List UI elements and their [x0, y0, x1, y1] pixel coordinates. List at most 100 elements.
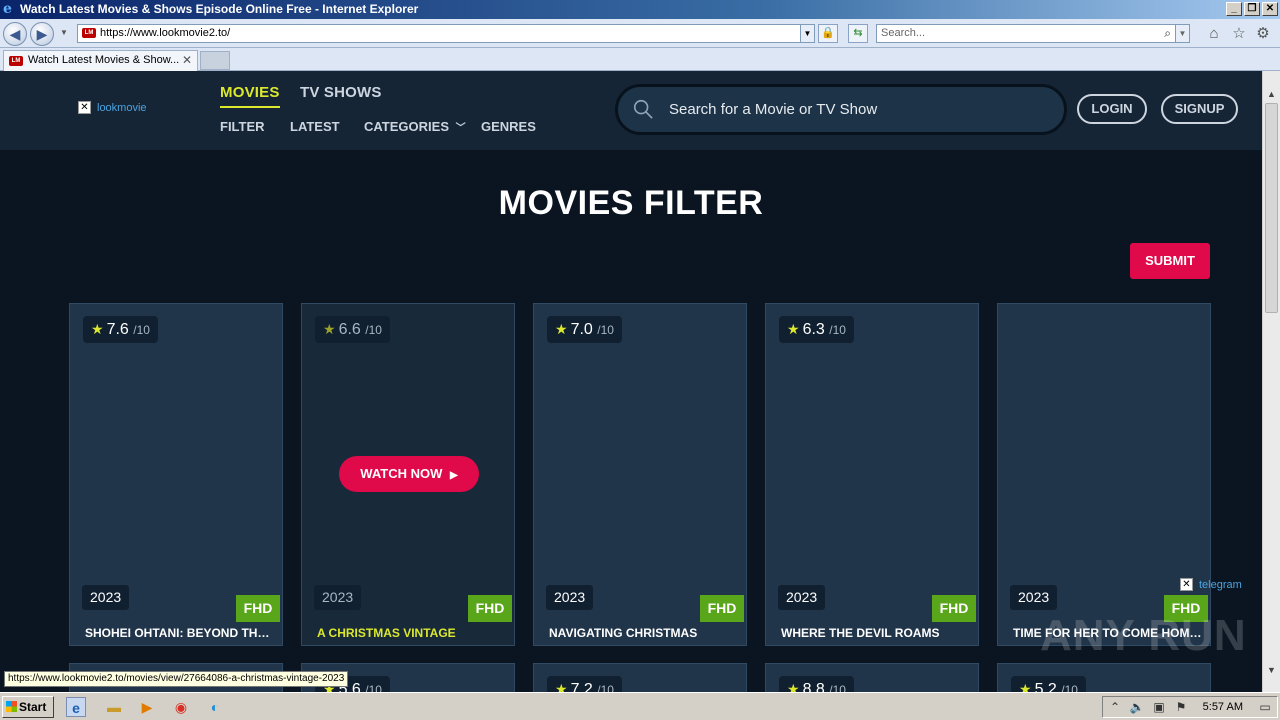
- tab-favicon-icon: LM: [9, 56, 23, 66]
- scroll-up-icon[interactable]: ▲: [1265, 87, 1278, 101]
- star-icon: ★: [787, 321, 800, 337]
- page-scrollbar[interactable]: ▲ ▼: [1262, 71, 1280, 692]
- show-desktop-icon[interactable]: ▭: [1257, 699, 1273, 715]
- address-dropdown-icon[interactable]: ▼: [800, 25, 814, 42]
- refresh-icon[interactable]: ⇆: [848, 24, 868, 43]
- movie-card[interactable]: ★ 7.0 /10 2023 FHD NAVIGATING CHRISTMAS: [533, 303, 747, 646]
- telegram-link[interactable]: ✕ telegram: [1180, 578, 1242, 591]
- signup-button[interactable]: SIGNUP: [1161, 94, 1238, 124]
- rating-value: 8.8: [802, 681, 825, 692]
- ie-taskbar-icon[interactable]: e: [66, 697, 86, 717]
- network-icon[interactable]: ▣: [1151, 699, 1167, 715]
- rating-suffix: /10: [1061, 683, 1078, 692]
- subnav-genres[interactable]: GENRES: [481, 119, 536, 134]
- star-icon: ★: [555, 321, 568, 337]
- quality-badge: FHD: [236, 595, 280, 622]
- edge-icon[interactable]: ◐: [205, 697, 225, 717]
- movie-title[interactable]: NAVIGATING CHRISTMAS: [549, 626, 739, 640]
- search-icon: [633, 99, 653, 119]
- year-badge: 2023: [82, 585, 130, 610]
- nav-tv-shows[interactable]: TV SHOWS: [300, 84, 382, 101]
- submit-button[interactable]: SUBMIT: [1130, 243, 1210, 279]
- movie-card[interactable]: ★ 7.6 /10 2023 FHD SHOHEI OHTANI: BEYOND …: [69, 303, 283, 646]
- year-badge: 2023: [1010, 585, 1058, 610]
- movie-title[interactable]: WHERE THE DEVIL ROAMS: [781, 626, 971, 640]
- scroll-thumb[interactable]: [1265, 103, 1278, 313]
- ie-logo-icon: e: [3, 1, 12, 17]
- rating-badge: ★ 7.2 /10: [547, 676, 622, 692]
- star-icon: ★: [555, 681, 568, 692]
- back-button[interactable]: ◀: [3, 22, 27, 46]
- site-logo[interactable]: ✕ lookmovie: [78, 101, 147, 114]
- movie-card[interactable]: ★ 7.2 /10: [533, 663, 747, 692]
- taskbar: Start e ▬ ▶ ◉ ◐ ⌃ 🔈 ▣ ⚑ 5:57 AM ▭: [0, 692, 1280, 720]
- window-titlebar: e Watch Latest Movies & Shows Episode On…: [0, 0, 1280, 19]
- movie-title[interactable]: A CHRISTMAS VINTAGE: [317, 626, 507, 640]
- scroll-down-icon[interactable]: ▼: [1265, 663, 1278, 677]
- rating-suffix: /10: [365, 683, 382, 692]
- close-tab-icon[interactable]: ✕: [182, 51, 192, 70]
- rating-value: 7.6: [106, 321, 129, 338]
- history-dropdown-icon[interactable]: ▼: [60, 28, 68, 37]
- browser-search-placeholder: Search...: [881, 27, 926, 39]
- forward-button[interactable]: ▶: [30, 22, 54, 46]
- start-button[interactable]: Start: [2, 696, 54, 718]
- rating-value: 5.2: [1034, 681, 1057, 692]
- play-icon: ▶: [450, 470, 458, 481]
- favorites-star-icon[interactable]: ☆: [1230, 25, 1248, 43]
- home-icon[interactable]: ⌂: [1205, 25, 1223, 43]
- movie-title[interactable]: SHOHEI OHTANI: BEYOND THE...: [85, 626, 275, 640]
- rating-badge: ★ 6.3 /10: [779, 316, 854, 343]
- gear-icon[interactable]: ⚙: [1254, 25, 1272, 43]
- subnav-categories[interactable]: CATEGORIES ﹀: [364, 119, 466, 134]
- windows-logo-icon: [6, 701, 17, 712]
- system-tray: ⌃ 🔈 ▣ ⚑ 5:57 AM ▭: [1102, 696, 1278, 718]
- browser-search-input[interactable]: Search... ⌕ ▼: [876, 24, 1190, 43]
- explorer-folder-icon[interactable]: ▬: [104, 697, 124, 717]
- year-badge: 2023: [778, 585, 826, 610]
- close-window-button[interactable]: ✕: [1262, 2, 1278, 16]
- status-url-tooltip: https://www.lookmovie2.to/movies/view/27…: [4, 671, 349, 687]
- address-text: https://www.lookmovie2.to/: [100, 27, 231, 39]
- movie-card[interactable]: ★ 5.2 /10: [997, 663, 1211, 692]
- watch-now-button[interactable]: WATCH NOW ▶: [339, 456, 479, 492]
- rating-badge: ★ 6.6 /10: [315, 316, 390, 343]
- quality-badge: FHD: [932, 595, 976, 622]
- address-bar[interactable]: LM https://www.lookmovie2.to/ ▼: [77, 24, 815, 43]
- quality-badge: FHD: [468, 595, 512, 622]
- rating-value: 6.6: [338, 321, 361, 338]
- media-player-icon[interactable]: ▶: [137, 697, 157, 717]
- search-icon[interactable]: ⌕: [1164, 25, 1171, 42]
- minimize-button[interactable]: _: [1226, 2, 1242, 16]
- start-label: Start: [19, 700, 47, 714]
- tab-lookmovie[interactable]: LM Watch Latest Movies & Show... ✕: [3, 50, 198, 71]
- action-center-flag-icon[interactable]: ⚑: [1173, 699, 1189, 715]
- movie-search-input[interactable]: Search for a Movie or TV Show: [615, 84, 1067, 135]
- clock: 5:57 AM: [1202, 701, 1243, 713]
- movie-card[interactable]: ★ 6.3 /10 2023 FHD WHERE THE DEVIL ROAMS: [765, 303, 979, 646]
- tray-expand-icon[interactable]: ⌃: [1107, 699, 1123, 715]
- subnav-categories-label: CATEGORIES: [364, 119, 449, 134]
- rating-badge: ★ 5.2 /10: [1011, 676, 1086, 692]
- quality-badge: FHD: [700, 595, 744, 622]
- restore-button[interactable]: ❐: [1244, 2, 1260, 16]
- web-page: ✕ lookmovie MOVIES TV SHOWS FILTER LATES…: [0, 71, 1262, 692]
- lock-icon[interactable]: 🔒: [818, 24, 838, 43]
- rating-suffix: /10: [829, 323, 846, 337]
- star-icon: ★: [91, 321, 104, 337]
- chrome-icon[interactable]: ◉: [171, 697, 191, 717]
- movie-card[interactable]: ★ 8.8 /10: [765, 663, 979, 692]
- volume-icon[interactable]: 🔈: [1129, 699, 1145, 715]
- movie-card[interactable]: ★ 6.6 /10 WATCH NOW ▶ 2023 FHD A CHRISTMA…: [301, 303, 515, 646]
- star-icon: ★: [323, 321, 336, 337]
- subnav-latest[interactable]: LATEST: [290, 119, 340, 134]
- search-dropdown-icon[interactable]: ▼: [1175, 25, 1189, 42]
- page-title: MOVIES FILTER: [498, 184, 764, 222]
- login-button[interactable]: LOGIN: [1077, 94, 1147, 124]
- new-tab-button[interactable]: [200, 51, 230, 70]
- subnav-filter[interactable]: FILTER: [220, 119, 265, 134]
- browser-navbar: ◀ ▶ ▼ LM https://www.lookmovie2.to/ ▼ 🔒 …: [0, 19, 1280, 48]
- site-header: ✕ lookmovie MOVIES TV SHOWS FILTER LATES…: [0, 71, 1262, 150]
- nav-movies[interactable]: MOVIES: [220, 84, 280, 108]
- movie-card[interactable]: 2023 FHD TIME FOR HER TO COME HOME...: [997, 303, 1211, 646]
